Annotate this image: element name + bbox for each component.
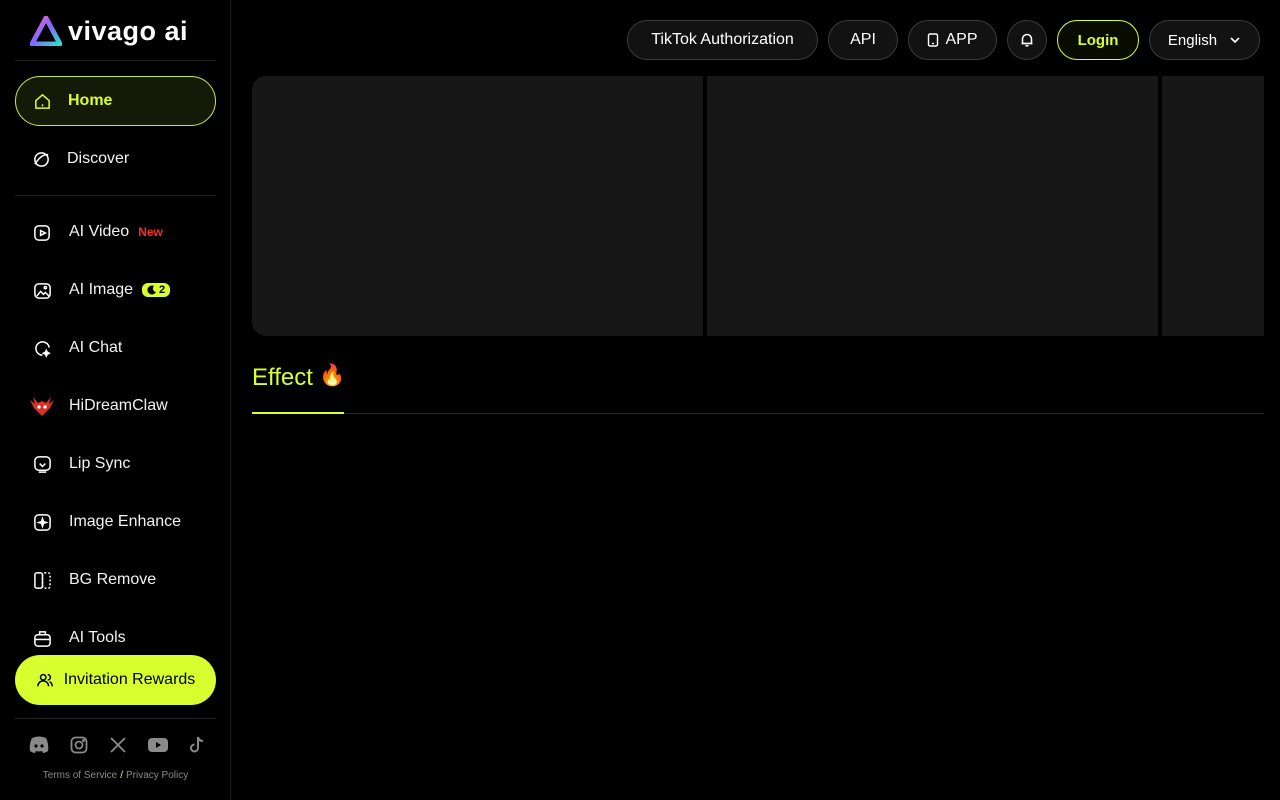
banner-card[interactable] (707, 76, 1158, 336)
legal-separator: / (120, 770, 123, 781)
phone-icon (928, 33, 939, 47)
discover-icon (31, 149, 51, 169)
language-select[interactable]: English (1149, 20, 1260, 60)
instagram-icon[interactable] (68, 734, 90, 756)
video-sparkle-icon (32, 222, 52, 242)
bg-remove-icon (32, 570, 52, 590)
divider (15, 718, 216, 719)
discord-icon[interactable] (28, 734, 50, 756)
tab-effect[interactable]: Effect 🔥 (252, 360, 345, 414)
category-tabs: Effect 🔥 (252, 360, 1264, 414)
privacy-link[interactable]: Privacy Policy (126, 770, 188, 781)
app-button[interactable]: APP (908, 20, 997, 60)
nav-ai-chat-label: AI Chat (69, 339, 123, 356)
login-label: Login (1077, 31, 1119, 49)
bell-icon (1021, 33, 1033, 47)
invitation-rewards-label: Invitation Rewards (63, 671, 196, 688)
version-badge: 2 (142, 283, 171, 297)
x-icon[interactable] (107, 734, 129, 756)
social-links (28, 734, 208, 756)
app-label: APP (945, 31, 978, 48)
image-icon (32, 280, 52, 300)
nav-ai-chat[interactable]: AI Chat (15, 323, 216, 373)
nav-bg-remove-label: BG Remove (69, 571, 157, 588)
claw-avatar-icon (28, 396, 56, 416)
divider (15, 195, 216, 196)
toolbox-icon (32, 628, 52, 648)
api-button[interactable]: API (828, 20, 898, 60)
lip-sync-icon (32, 454, 52, 474)
nav-ai-image-label: AI Image (69, 281, 134, 298)
nav-hidreamclaw[interactable]: HiDreamClaw (15, 381, 216, 431)
legal-links: Terms of Service / Privacy Policy (0, 770, 231, 781)
nav-home-label: Home (68, 92, 113, 109)
nav-image-enhance[interactable]: Image Enhance (15, 497, 216, 547)
nav-bg-remove[interactable]: BG Remove (15, 555, 216, 605)
nav-image-enhance-label: Image Enhance (69, 513, 182, 530)
nav-ai-video[interactable]: AI Video New (15, 207, 216, 257)
logo-mark-icon (30, 16, 62, 46)
home-icon (32, 91, 52, 111)
tiktok-authorization-label: TikTok Authorization (651, 31, 794, 48)
language-label: English (1167, 31, 1218, 49)
banner-card[interactable] (1162, 76, 1264, 336)
moon-icon (147, 285, 157, 295)
banner-card[interactable] (252, 76, 703, 336)
logo[interactable]: vivago ai (30, 14, 188, 48)
youtube-icon[interactable] (147, 734, 169, 756)
chevron-down-icon (1230, 37, 1240, 44)
api-label: API (850, 31, 876, 48)
fire-icon: 🔥 (318, 364, 346, 387)
tiktok-authorization-button[interactable]: TikTok Authorization (627, 20, 818, 60)
notifications-button[interactable] (1007, 20, 1047, 60)
enhance-icon (32, 512, 52, 532)
invitation-rewards-button[interactable]: Invitation Rewards (15, 655, 216, 705)
nav-discover[interactable]: Discover (15, 134, 216, 184)
nav-lip-sync[interactable]: Lip Sync (15, 439, 216, 489)
nav-ai-video-label: AI Video (69, 223, 130, 240)
divider (15, 60, 216, 61)
nav-ai-image[interactable]: AI Image 2 (15, 265, 216, 315)
tiktok-icon[interactable] (186, 734, 208, 756)
login-button[interactable]: Login (1057, 20, 1139, 60)
nav-discover-label: Discover (67, 150, 130, 167)
nav-ai-tools-label: AI Tools (69, 629, 126, 646)
logo-text: vivago ai (68, 15, 189, 46)
nav-hidreamclaw-label: HiDreamClaw (69, 397, 168, 414)
version-badge-value: 2 (159, 284, 166, 296)
new-badge: New (138, 225, 163, 239)
nav-lip-sync-label: Lip Sync (69, 455, 131, 472)
tab-effect-label: Effect (252, 364, 313, 391)
nav-home[interactable]: Home (15, 76, 216, 126)
chat-sparkle-icon (32, 338, 52, 358)
users-icon (36, 673, 53, 687)
sidebar: vivago ai Home Discover AI Video New AI … (0, 0, 231, 800)
terms-link[interactable]: Terms of Service (43, 770, 117, 781)
active-tab-underline (252, 412, 344, 414)
